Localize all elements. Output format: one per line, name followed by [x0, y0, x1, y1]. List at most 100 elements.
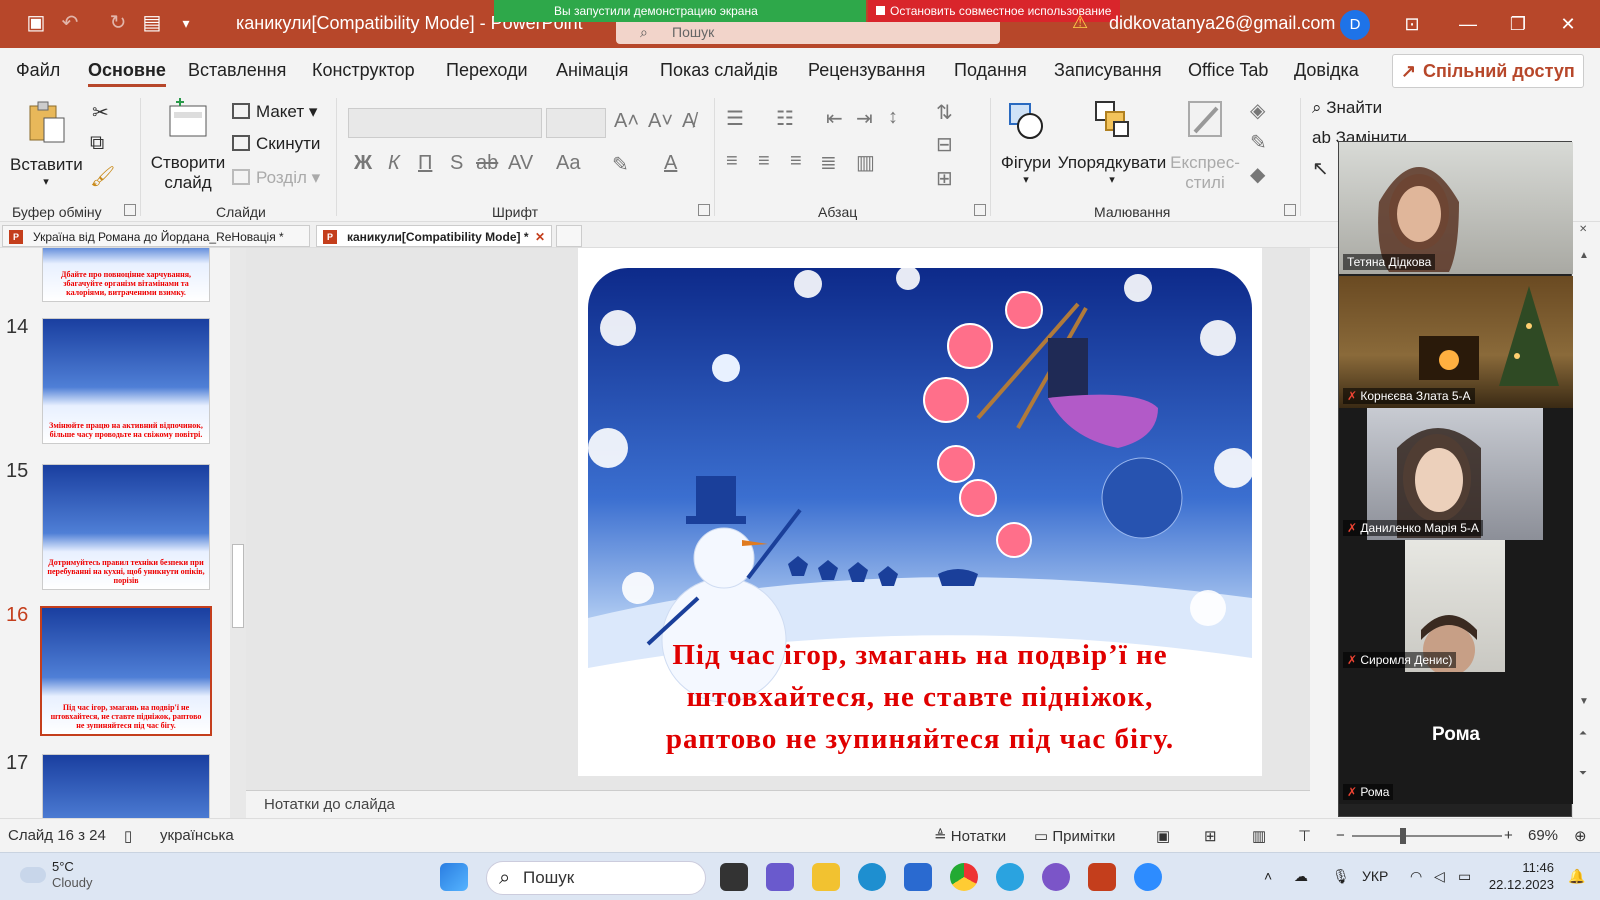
windows-start-icon[interactable]	[440, 863, 468, 891]
tab-record[interactable]: Записування	[1054, 60, 1162, 81]
reset-button[interactable]: Скинути	[232, 134, 320, 154]
notification-icon[interactable]: 🔔	[1568, 868, 1585, 885]
tab-insert[interactable]: Вставлення	[188, 60, 286, 81]
zoom-slider-knob[interactable]	[1400, 828, 1406, 844]
tab-office-tab[interactable]: Office Tab	[1188, 60, 1268, 81]
cut-icon[interactable]: ✂	[92, 100, 109, 125]
slide-thumbnail-15[interactable]: Дотримуйтесь правил техніки безпеки при …	[42, 464, 210, 590]
warning-icon[interactable]: ⚠	[1072, 12, 1092, 32]
tab-design[interactable]: Конструктор	[312, 60, 415, 81]
tab-view[interactable]: Подання	[954, 60, 1027, 81]
tab-home[interactable]: Основне	[88, 60, 166, 87]
fit-slide-icon[interactable]: ⊕	[1574, 827, 1587, 845]
zoom-out-button[interactable]: −	[1336, 827, 1345, 844]
prev-slide-icon[interactable]: ⏶	[1579, 728, 1587, 739]
ribbon-display-icon[interactable]: ⊡	[1398, 10, 1426, 38]
quick-styles-button[interactable]: Експрес- стилі	[1168, 98, 1242, 193]
doc-tab-ukraine[interactable]: P Україна від Романа до Йордана_ReНовація…	[2, 225, 310, 247]
spellcheck-icon[interactable]: ▯	[124, 827, 132, 845]
format-painter-icon[interactable]: 🖌	[90, 164, 115, 189]
maximize-icon[interactable]: ❐	[1504, 10, 1532, 38]
font-color-icon[interactable]: A	[664, 152, 677, 175]
participant-tile[interactable]: Рома ✗ Рома	[1339, 672, 1573, 804]
underline-button[interactable]: П	[418, 152, 432, 175]
avatar[interactable]: D	[1340, 10, 1370, 40]
battery-icon[interactable]: ▭	[1458, 868, 1471, 885]
strikethrough-button[interactable]: ab	[476, 152, 498, 175]
tab-animations[interactable]: Анімація	[556, 60, 628, 81]
slide-thumbnail-14[interactable]: Змінюйте працю на активний відпочинок, б…	[42, 318, 210, 444]
zoom-level[interactable]: 69%	[1528, 827, 1558, 844]
section-button[interactable]: Розділ ▾	[232, 168, 320, 188]
edge-icon[interactable]	[858, 863, 886, 891]
wifi-icon[interactable]: ◠	[1410, 868, 1422, 885]
current-slide[interactable]: Під час ігор, змагань на подвір’ї не што…	[578, 248, 1262, 776]
chat-icon[interactable]	[766, 863, 794, 891]
microphone-icon[interactable]: 🎙	[1332, 868, 1350, 885]
reading-view-icon[interactable]: ▥	[1252, 827, 1266, 845]
arrange-button[interactable]: Упорядкувати ▾	[1056, 98, 1168, 186]
next-slide-icon[interactable]: ⏷	[1579, 768, 1587, 779]
justify-icon[interactable]: ≣	[820, 150, 837, 175]
taskbar-search[interactable]: Пошук	[486, 861, 706, 895]
close-tab-icon[interactable]: ✕	[535, 226, 545, 248]
input-language[interactable]: УКР	[1362, 868, 1388, 884]
highlight-icon[interactable]: ✎	[612, 152, 629, 177]
slide-sorter-icon[interactable]: ⊞	[1204, 827, 1217, 845]
bullets-icon[interactable]: ☰	[726, 106, 744, 131]
numbering-icon[interactable]: ☷	[776, 106, 794, 131]
font-launcher-icon[interactable]	[698, 204, 710, 216]
slide-thumbnail-16[interactable]: Під час ігор, змагань на подвір'ї не што…	[40, 606, 212, 736]
shadow-button[interactable]: S	[450, 152, 463, 175]
doc-tab-kanikuly[interactable]: Pканикули[Compatibility Mode] * ✕	[316, 225, 552, 247]
onedrive-icon[interactable]: ☁	[1294, 868, 1308, 885]
undo-icon[interactable]: ↶	[58, 11, 82, 35]
task-view-icon[interactable]	[720, 863, 748, 891]
scroll-down-icon[interactable]: ▼	[1579, 696, 1589, 707]
clipboard-launcher-icon[interactable]	[124, 204, 136, 216]
canvas-scrollbar[interactable]: ✕ ▲ ▼ ⏶ ⏷	[1572, 222, 1600, 818]
shape-fill-icon[interactable]: ◈	[1250, 98, 1265, 123]
redo-icon[interactable]: ↻	[106, 11, 130, 35]
change-case-icon[interactable]: Aa	[556, 152, 580, 175]
decrease-indent-icon[interactable]: ⇤	[826, 106, 843, 131]
bold-button[interactable]: Ж	[354, 152, 372, 175]
language-indicator[interactable]: українська	[160, 827, 234, 844]
new-tab-button[interactable]	[556, 225, 582, 247]
columns-icon[interactable]: ▥	[856, 150, 875, 175]
font-size-dropdown[interactable]	[546, 108, 606, 138]
customize-qat-icon[interactable]: ▾	[174, 11, 198, 35]
line-spacing-icon[interactable]: ↕	[888, 106, 898, 129]
shrink-font-icon[interactable]: A˅	[648, 110, 673, 133]
present-icon[interactable]: ▤	[140, 11, 164, 35]
weather-widget[interactable]: 5°C Cloudy	[52, 859, 92, 891]
participant-tile[interactable]: Тетяна Дідкова	[1339, 142, 1573, 274]
scrollbar-thumb[interactable]	[232, 544, 244, 628]
powerpoint-taskbar-icon[interactable]	[1088, 863, 1116, 891]
smartart-icon[interactable]: ⊞	[936, 166, 953, 191]
zoom-in-button[interactable]: +	[1504, 827, 1513, 844]
drawing-launcher-icon[interactable]	[1284, 204, 1296, 216]
volume-icon[interactable]: ◁	[1434, 868, 1445, 885]
tab-review[interactable]: Рецензування	[808, 60, 925, 81]
slide-body-text[interactable]: Під час ігор, змагань на подвір’ї не што…	[578, 634, 1262, 760]
slideshow-view-icon[interactable]: ⊤	[1298, 827, 1311, 845]
tab-transitions[interactable]: Переходи	[446, 60, 528, 81]
chrome-icon[interactable]	[950, 863, 978, 891]
shapes-button[interactable]: Фігури ▾	[996, 98, 1056, 186]
char-spacing-icon[interactable]: AV	[508, 152, 533, 175]
align-right-icon[interactable]: ≡	[790, 150, 802, 173]
shape-effects-icon[interactable]: ◆	[1250, 162, 1265, 187]
tab-help[interactable]: Довідка	[1294, 60, 1359, 81]
align-left-icon[interactable]: ≡	[726, 150, 738, 173]
scroll-up-icon[interactable]: ▲	[1579, 250, 1589, 261]
slide-thumbnail-17[interactable]	[42, 754, 210, 818]
show-hidden-icons[interactable]: ˄	[1264, 868, 1272, 884]
tab-slideshow[interactable]: Показ слайдів	[660, 60, 778, 81]
thumbnail-scrollbar[interactable]	[230, 248, 246, 818]
text-direction-icon[interactable]: ⇅	[936, 100, 953, 125]
grow-font-icon[interactable]: A˄	[614, 110, 639, 133]
notes-pane[interactable]: Нотатки до слайда	[246, 790, 1310, 818]
taskbar-clock[interactable]: 11:46 22.12.2023	[1488, 859, 1554, 893]
comments-toggle-button[interactable]: ▭ Примітки	[1034, 827, 1115, 845]
